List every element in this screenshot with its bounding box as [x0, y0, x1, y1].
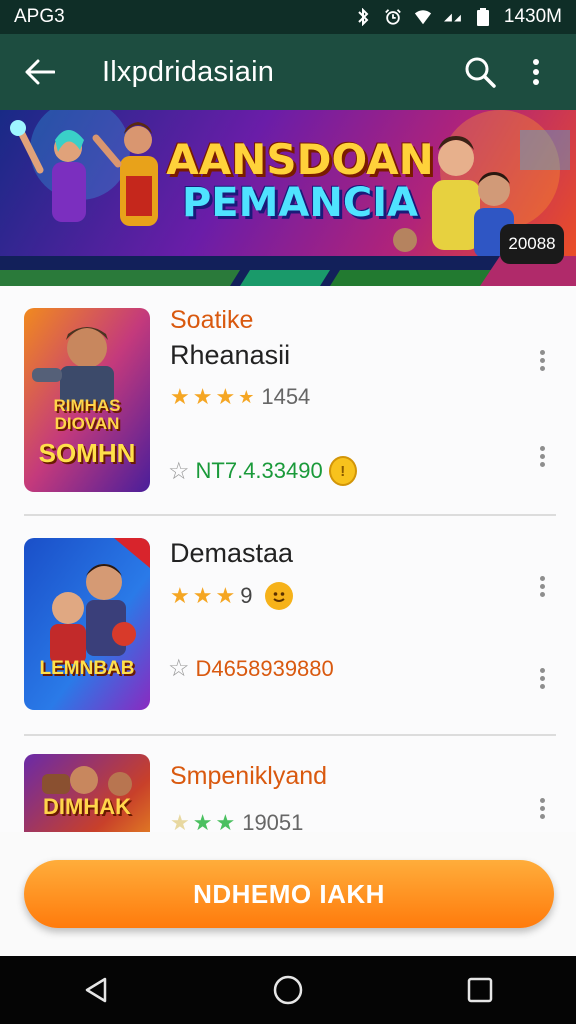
search-button[interactable]: [458, 50, 502, 94]
banner-headline: AANSDOAN PEMANCIA: [110, 135, 490, 227]
page-title: Ilxpdridasiain: [102, 55, 275, 88]
star-icon: ★: [170, 384, 190, 409]
rating: ★ ★ ★ 9: [170, 582, 294, 610]
primary-action-button[interactable]: NDHEMO IAKH: [24, 860, 554, 928]
star-icon: ★: [170, 583, 190, 608]
more-vert-icon: [533, 59, 539, 85]
star-icon: ★: [215, 810, 236, 832]
more-button[interactable]: [532, 442, 552, 470]
bluetooth-icon: [354, 8, 372, 26]
search-icon: [465, 57, 496, 88]
price: ☆ NT7.4.33490 !: [168, 456, 357, 486]
price: ☆ D4658939880: [168, 654, 334, 683]
emoji-icon: [265, 582, 294, 610]
game-thumbnail: DIMHAK: [24, 754, 150, 832]
list-item[interactable]: DIMHAK Smpeniklyand ★ ★ ★ 19051: [0, 736, 576, 832]
square-recents-icon: [467, 977, 493, 1003]
app-bar: Ilxpdridasiain: [0, 34, 576, 110]
rating: ★ ★ ★ ★ 1454: [170, 384, 310, 410]
system-nav-bar: [0, 956, 576, 1024]
list-item[interactable]: LEMNBAB Demastaa ★ ★ ★ 9 ☆ D4658939880: [0, 516, 576, 736]
clock-time: 1430M: [503, 6, 562, 27]
game-art: [24, 538, 150, 710]
rating-count: 9: [240, 583, 253, 608]
nav-back-button[interactable]: [72, 966, 120, 1014]
price-value: NT7.4.33490: [195, 458, 323, 483]
outline-star-icon: ☆: [168, 457, 190, 485]
thumb-title-1: LEMNBAB: [39, 658, 135, 679]
more-button[interactable]: [532, 572, 552, 600]
promo-banner[interactable]: AANSDOAN PEMANCIA 20088: [0, 110, 576, 286]
triangle-back-icon: [85, 977, 107, 1003]
status-icons: 1430M: [354, 6, 562, 28]
banner-stripes: [0, 256, 576, 286]
game-list: RIMHAS DIOVAN SOMHN Soatike Rheanasii ★ …: [0, 286, 576, 832]
star-icon: ★: [192, 810, 213, 832]
price-value: D4658939880: [195, 655, 334, 681]
star-icon: ★: [215, 583, 236, 608]
banner-badge: 20088: [500, 224, 564, 264]
game-thumbnail: LEMNBAB: [24, 538, 150, 710]
star-icon: ★: [170, 810, 190, 832]
star-icon: ★: [192, 384, 213, 409]
more-button[interactable]: [532, 664, 552, 692]
thumb-title-1: RIMHAS: [53, 396, 121, 415]
signal-icon: [443, 8, 462, 26]
game-art: [24, 754, 150, 832]
thumb-title-2: DIOVAN: [54, 414, 120, 433]
list-item[interactable]: RIMHAS DIOVAN SOMHN Soatike Rheanasii ★ …: [0, 286, 576, 516]
item-title: Smpeniklyand: [170, 762, 328, 790]
overflow-menu-button[interactable]: [514, 50, 558, 94]
coin-icon: !: [328, 456, 357, 486]
outline-star-icon: ☆: [168, 655, 190, 682]
alarm-icon: [384, 8, 402, 26]
star-icon: ★: [192, 583, 213, 608]
game-thumbnail: RIMHAS DIOVAN SOMHN: [24, 308, 150, 492]
back-button[interactable]: [18, 50, 62, 94]
back-arrow-icon: [25, 59, 55, 85]
half-star-icon: ★: [238, 386, 255, 407]
rating: ★ ★ ★ 19051: [170, 810, 303, 832]
nav-home-button[interactable]: [264, 966, 312, 1014]
rating-count: 1454: [261, 384, 311, 409]
carrier-label: APG3: [14, 6, 65, 27]
thumb-title-3: SOMHN: [38, 438, 136, 468]
star-icon: ★: [215, 384, 236, 409]
item-tag: Soatike: [170, 306, 254, 334]
nav-recents-button[interactable]: [456, 966, 504, 1014]
circle-home-icon: [273, 975, 303, 1005]
wifi-icon: [414, 8, 432, 26]
thumb-title-1: DIMHAK: [43, 794, 131, 819]
banner-line-1: AANSDOAN: [166, 135, 434, 184]
item-title: Demastaa: [170, 538, 294, 568]
more-button[interactable]: [532, 346, 552, 374]
rating-count: 19051: [242, 810, 304, 832]
item-title: Rheanasii: [170, 340, 291, 370]
more-button[interactable]: [532, 794, 552, 822]
banner-line-2: PEMANCIA: [181, 180, 419, 227]
battery-icon: [474, 8, 492, 26]
status-bar: APG3 1430M: [0, 0, 576, 34]
